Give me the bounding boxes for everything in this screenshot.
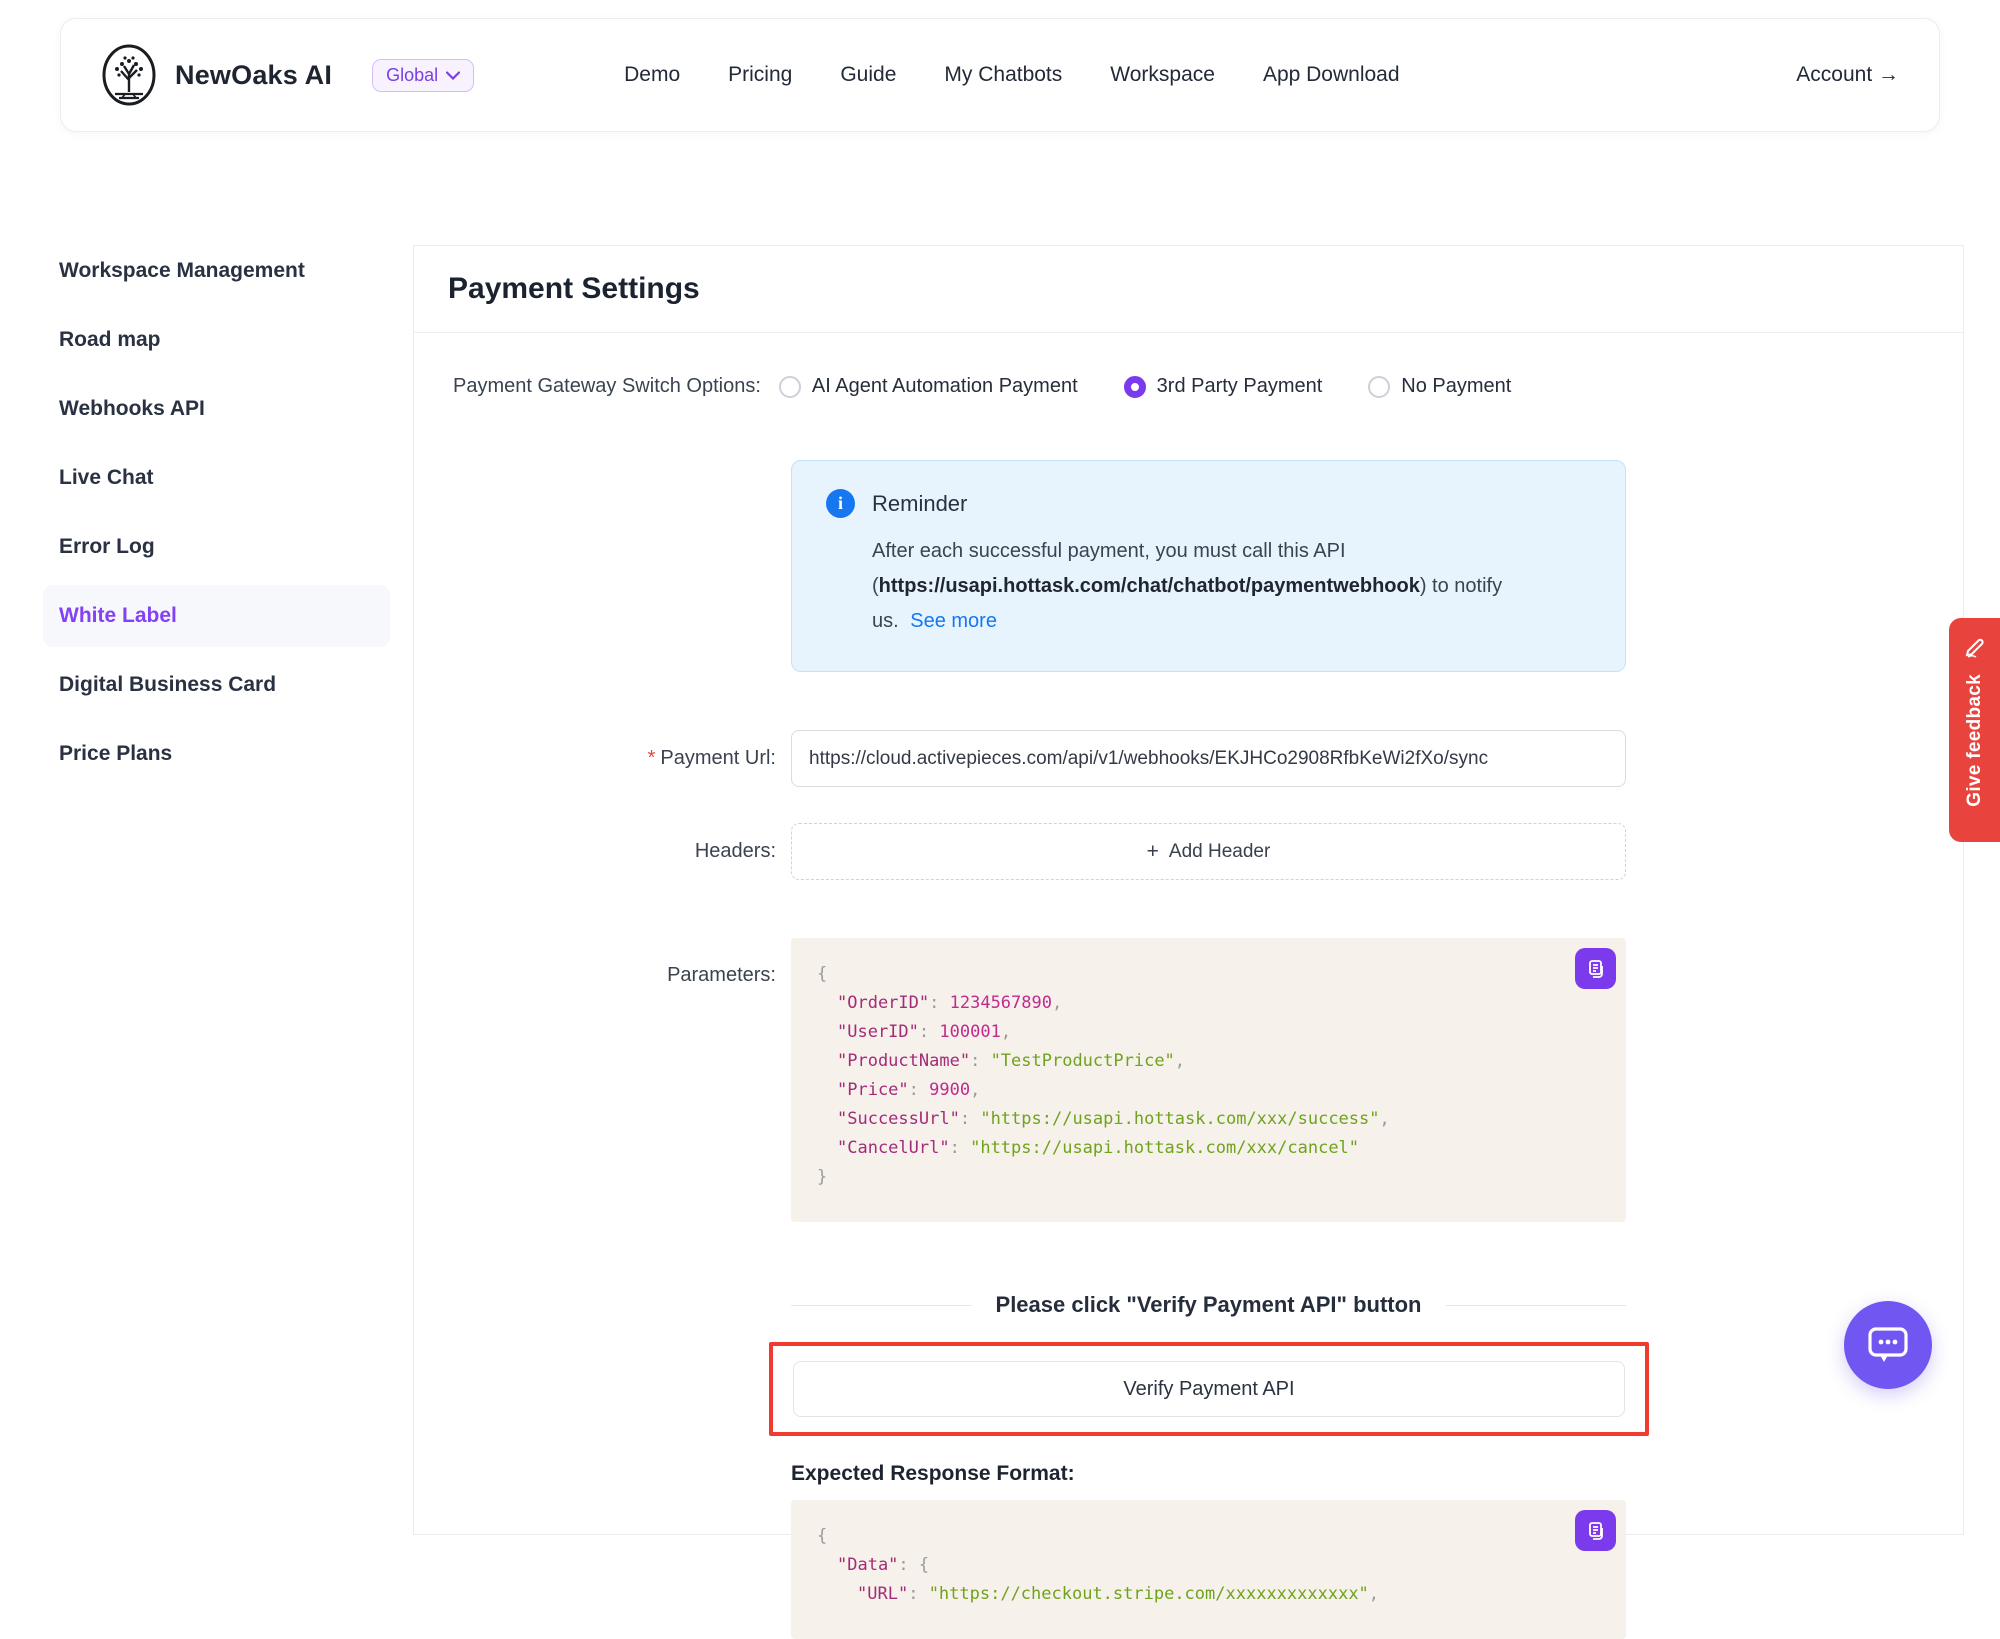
panel-title-bar: Payment Settings [414, 246, 1963, 333]
pencil-icon [1962, 634, 1988, 660]
account-link[interactable]: Account → [1796, 63, 1899, 87]
sidebar-item-webhooks-api[interactable]: Webhooks API [43, 378, 390, 440]
gateway-switch-options: Payment Gateway Switch Options: AI Agent… [453, 375, 1963, 398]
radio-circle-icon [779, 376, 801, 398]
sidebar-item-digital-business-card[interactable]: Digital Business Card [43, 654, 390, 716]
required-asterisk: * [648, 747, 656, 769]
chat-widget-button[interactable] [1844, 1301, 1932, 1389]
sidebar-item-white-label[interactable]: White Label [43, 585, 390, 647]
verify-hint-text: Please click "Verify Payment API" button [996, 1292, 1422, 1318]
newoaks-tree-logo-icon [101, 44, 157, 106]
headers-row: Headers: + Add Header [414, 823, 1963, 880]
expected-response-code-block: { "Data": { "URL": "https://checkout.str… [791, 1500, 1626, 1639]
main-nav: Demo Pricing Guide My Chatbots Workspace… [624, 63, 1399, 87]
expected-response-format-label: Expected Response Format: [791, 1462, 1963, 1486]
parameters-code-block: { "OrderID": 1234567890, "UserID": 10000… [791, 938, 1626, 1222]
red-highlight-annotation: Verify Payment API [769, 1342, 1649, 1436]
nav-workspace[interactable]: Workspace [1110, 63, 1215, 87]
parameters-row: Parameters: { "OrderID": 1234567890, "Us… [414, 938, 1963, 1222]
chevron-down-icon [446, 71, 460, 80]
sidebar-item-road-map[interactable]: Road map [43, 309, 390, 371]
top-navigation-bar: NewOaks AI Global Demo Pricing Guide My … [60, 18, 1940, 132]
copy-icon[interactable] [1575, 948, 1616, 989]
nav-app-download[interactable]: App Download [1263, 63, 1400, 87]
give-feedback-tab[interactable]: Give feedback [1949, 618, 2000, 842]
payment-url-row: *Payment Url: [414, 730, 1963, 787]
info-icon: i [826, 489, 855, 518]
settings-sidebar: Workspace Management Road map Webhooks A… [43, 240, 390, 792]
see-more-link[interactable]: See more [910, 610, 997, 632]
region-selector[interactable]: Global [372, 59, 474, 92]
gateway-options-label: Payment Gateway Switch Options: [453, 375, 761, 398]
brand-name: NewOaks AI [175, 60, 332, 91]
radio-no-payment[interactable]: No Payment [1368, 375, 1511, 398]
payment-url-label: *Payment Url: [414, 747, 776, 770]
plus-icon: + [1147, 840, 1159, 864]
radio-ai-agent-automation-payment[interactable]: AI Agent Automation Payment [779, 375, 1078, 398]
region-label: Global [386, 65, 438, 86]
payment-settings-panel: Payment Settings Payment Gateway Switch … [413, 245, 1964, 1535]
sidebar-item-price-plans[interactable]: Price Plans [43, 723, 390, 785]
sidebar-item-live-chat[interactable]: Live Chat [43, 447, 390, 509]
headers-label: Headers: [414, 840, 776, 863]
page-title: Payment Settings [448, 272, 700, 306]
payment-url-input[interactable] [791, 730, 1626, 787]
radio-circle-selected-icon [1124, 376, 1146, 398]
nav-pricing[interactable]: Pricing [728, 63, 792, 87]
reminder-body: After each successful payment, you must … [872, 534, 1512, 639]
nav-my-chatbots[interactable]: My Chatbots [944, 63, 1062, 87]
nav-demo[interactable]: Demo [624, 63, 680, 87]
verify-payment-api-button[interactable]: Verify Payment API [793, 1361, 1625, 1417]
nav-guide[interactable]: Guide [840, 63, 896, 87]
sidebar-item-workspace-management[interactable]: Workspace Management [43, 240, 390, 302]
radio-circle-icon [1368, 376, 1390, 398]
reminder-api-url: https://usapi.hottask.com/chat/chatbot/p… [879, 575, 1420, 597]
brand: NewOaks AI Global [101, 44, 474, 106]
give-feedback-label: Give feedback [1964, 674, 1986, 807]
radio-3rd-party-payment[interactable]: 3rd Party Payment [1124, 375, 1323, 398]
reminder-title: Reminder [872, 491, 967, 517]
parameters-label: Parameters: [414, 938, 776, 987]
sidebar-item-error-log[interactable]: Error Log [43, 516, 390, 578]
copy-icon[interactable] [1575, 1510, 1616, 1551]
chat-bubble-icon [1865, 1324, 1911, 1366]
reminder-alert: i Reminder After each successful payment… [791, 460, 1626, 672]
add-header-button[interactable]: + Add Header [791, 823, 1626, 880]
verify-hint-divider: Please click "Verify Payment API" button [791, 1292, 1626, 1318]
